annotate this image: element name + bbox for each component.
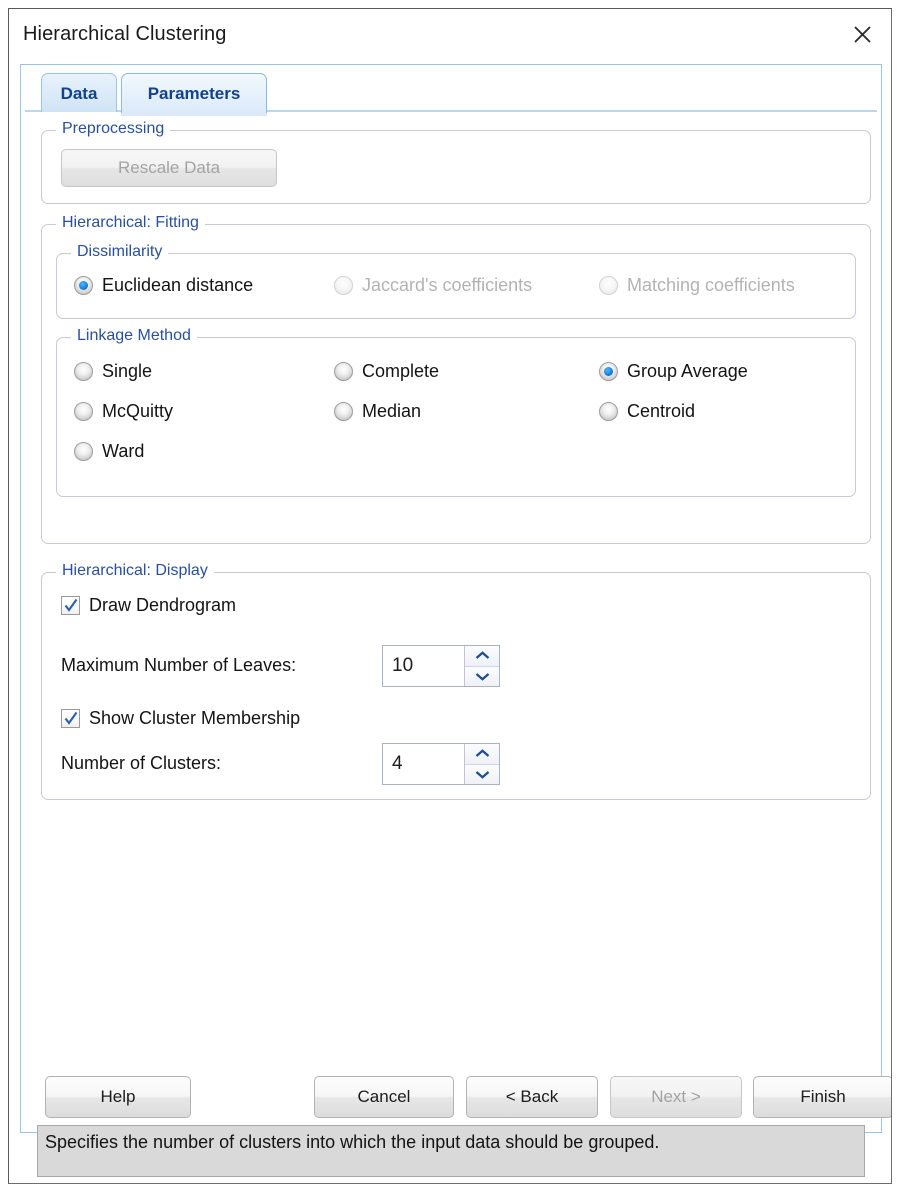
radio-indicator-icon [334,276,353,295]
radio-mcquitty-label: McQuitty [102,401,173,422]
status-message: Specifies the number of clusters into wh… [45,1132,659,1153]
radio-group-average-label: Group Average [627,361,748,382]
chevron-up-icon[interactable] [465,646,499,667]
chevron-down-icon[interactable] [465,765,499,785]
chevron-down-icon[interactable] [465,667,499,687]
cancel-button[interactable]: Cancel [314,1076,454,1118]
next-button-label: Next > [651,1087,701,1107]
group-linkage-method-label: Linkage Method [71,327,197,345]
rescale-data-button[interactable]: Rescale Data [61,149,277,187]
radio-euclidean-distance-label: Euclidean distance [102,275,253,296]
radio-centroid-label: Centroid [627,401,695,422]
group-dissimilarity: Dissimilarity Euclidean distance Jaccard… [56,253,856,319]
checkmark-icon [61,596,80,615]
radio-complete[interactable]: Complete [334,361,439,382]
radio-single-label: Single [102,361,152,382]
label-number-of-clusters: Number of Clusters: [61,753,221,774]
page-title: Hierarchical Clustering [23,23,226,46]
number-of-clusters-label: Number of Clusters: [61,753,221,774]
cancel-button-label: Cancel [358,1087,411,1107]
back-button-label: < Back [506,1087,558,1107]
finish-button-label: Finish [800,1087,845,1107]
tab-data-label: Data [61,84,98,104]
tab-content-parameters: Preprocessing Rescale Data Hierarchical:… [25,112,877,1128]
title-bar: Hierarchical Clustering [9,9,891,57]
group-hierarchical-display: Hierarchical: Display Draw Dendrogram Ma… [41,572,871,800]
help-button[interactable]: Help [45,1076,191,1118]
checkbox-draw-dendrogram[interactable]: Draw Dendrogram [61,595,236,616]
dialog-button-bar: Help Cancel < Back Next > Finish [29,1072,873,1120]
maximum-number-of-leaves-label: Maximum Number of Leaves: [61,655,296,676]
radio-jaccards-coefficients[interactable]: Jaccard's coefficients [334,275,532,296]
radio-matching-coefficients[interactable]: Matching coefficients [599,275,795,296]
group-hierarchical-display-label: Hierarchical: Display [56,562,214,580]
radio-ward[interactable]: Ward [74,441,144,462]
radio-group-average[interactable]: Group Average [599,361,748,382]
spinner-buttons [464,646,499,686]
group-preprocessing: Preprocessing Rescale Data [41,130,871,204]
spinner-number-of-clusters[interactable]: 4 [382,743,500,785]
radio-jaccards-coefficients-label: Jaccard's coefficients [362,275,532,296]
group-hierarchical-fitting: Hierarchical: Fitting Dissimilarity Eucl… [41,224,871,544]
status-bar: Specifies the number of clusters into wh… [37,1125,865,1177]
radio-indicator-icon [599,362,618,381]
radio-indicator-icon [74,362,93,381]
finish-button[interactable]: Finish [753,1076,892,1118]
radio-complete-label: Complete [362,361,439,382]
spinner-buttons [464,744,499,784]
radio-median[interactable]: Median [334,401,421,422]
tab-parameters-label: Parameters [148,84,241,104]
radio-indicator-icon [334,402,353,421]
radio-euclidean-distance[interactable]: Euclidean distance [74,275,253,296]
radio-ward-label: Ward [102,441,144,462]
radio-median-label: Median [362,401,421,422]
chevron-up-icon[interactable] [465,744,499,765]
radio-indicator-icon [74,402,93,421]
tab-panel: Data Parameters Preprocessing Rescale Da… [20,64,882,1133]
checkbox-draw-dendrogram-label: Draw Dendrogram [89,595,236,616]
label-maximum-number-of-leaves: Maximum Number of Leaves: [61,655,296,676]
group-linkage-method: Linkage Method Single Complete Group Ave… [56,337,856,497]
radio-indicator-icon [599,276,618,295]
checkbox-show-cluster-membership-label: Show Cluster Membership [89,708,300,729]
dialog-window: Hierarchical Clustering Data Parameters … [8,8,892,1184]
close-icon[interactable] [845,17,879,51]
radio-single[interactable]: Single [74,361,152,382]
next-button[interactable]: Next > [610,1076,742,1118]
radio-indicator-icon [74,442,93,461]
tab-strip: Data Parameters [25,69,877,113]
number-of-clusters-input[interactable]: 4 [383,744,464,784]
radio-indicator-icon [334,362,353,381]
group-hierarchical-fitting-label: Hierarchical: Fitting [56,214,205,232]
back-button[interactable]: < Back [466,1076,598,1118]
radio-mcquitty[interactable]: McQuitty [74,401,173,422]
checkbox-show-cluster-membership[interactable]: Show Cluster Membership [61,708,300,729]
radio-matching-coefficients-label: Matching coefficients [627,275,795,296]
tab-data[interactable]: Data [41,73,117,113]
help-button-label: Help [101,1087,136,1107]
radio-centroid[interactable]: Centroid [599,401,695,422]
tab-parameters[interactable]: Parameters [121,73,267,113]
group-dissimilarity-label: Dissimilarity [71,243,168,261]
radio-indicator-icon [74,276,93,295]
spinner-maximum-number-of-leaves[interactable]: 10 [382,645,500,687]
checkmark-icon [61,709,80,728]
rescale-data-label: Rescale Data [118,158,220,178]
maximum-number-of-leaves-input[interactable]: 10 [383,646,464,686]
radio-indicator-icon [599,402,618,421]
group-preprocessing-label: Preprocessing [56,120,170,138]
